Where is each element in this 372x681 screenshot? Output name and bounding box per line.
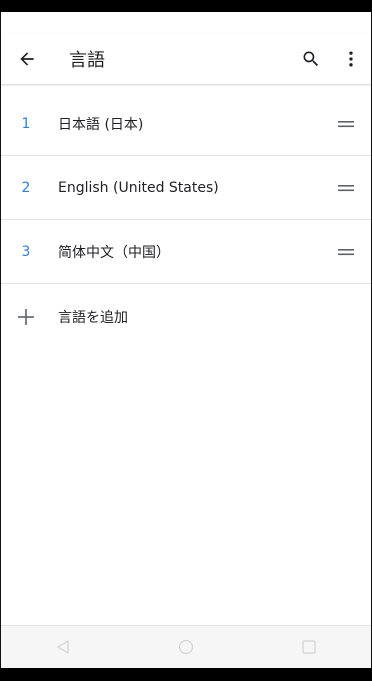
drag-handle[interactable] <box>321 104 371 144</box>
plus-icon-wrap <box>1 308 51 326</box>
language-index: 2 <box>21 179 31 196</box>
app-bar: 言語 <box>1 34 371 84</box>
nav-back-icon <box>56 639 69 655</box>
search-icon <box>303 51 319 67</box>
language-index: 1 <box>21 115 31 132</box>
add-language-label: 言語を追加 <box>58 310 128 326</box>
nav-recents-icon <box>302 640 316 654</box>
language-row-3[interactable]: 3 简体中文（中国） <box>1 220 371 284</box>
nav-recents-button[interactable] <box>289 632 329 662</box>
plus-icon <box>18 309 34 325</box>
more-vert-icon <box>349 51 353 67</box>
add-language-button[interactable]: 言語を追加 <box>1 284 371 350</box>
drag-handle-icon <box>338 184 354 191</box>
nav-back-button[interactable] <box>43 632 83 662</box>
nav-home-icon <box>178 639 194 655</box>
drag-handle[interactable] <box>321 232 371 272</box>
search-button[interactable] <box>291 35 331 83</box>
drag-handle[interactable] <box>321 168 371 208</box>
language-list: 1 日本語 (日本) 2 English (United States) 3 简 <box>1 92 371 350</box>
more-options-button[interactable] <box>331 35 371 83</box>
language-row-1[interactable]: 1 日本語 (日本) <box>1 92 371 156</box>
drag-handle-icon <box>338 248 354 255</box>
nav-home-button[interactable] <box>166 632 206 662</box>
system-nav-bar <box>1 625 371 668</box>
language-index: 3 <box>21 243 31 260</box>
arrow-back-icon <box>20 52 34 66</box>
screen: 言語 1 日本語 (日本) 2 English (United States) … <box>0 12 372 668</box>
language-row-2[interactable]: 2 English (United States) <box>1 156 371 220</box>
back-button[interactable] <box>3 35 51 83</box>
drag-handle-icon <box>338 120 354 127</box>
language-label: 简体中文（中国） <box>58 244 170 261</box>
page-title: 言語 <box>69 50 105 71</box>
language-label: English (United States) <box>58 179 219 196</box>
language-label: 日本語 (日本) <box>58 116 144 133</box>
